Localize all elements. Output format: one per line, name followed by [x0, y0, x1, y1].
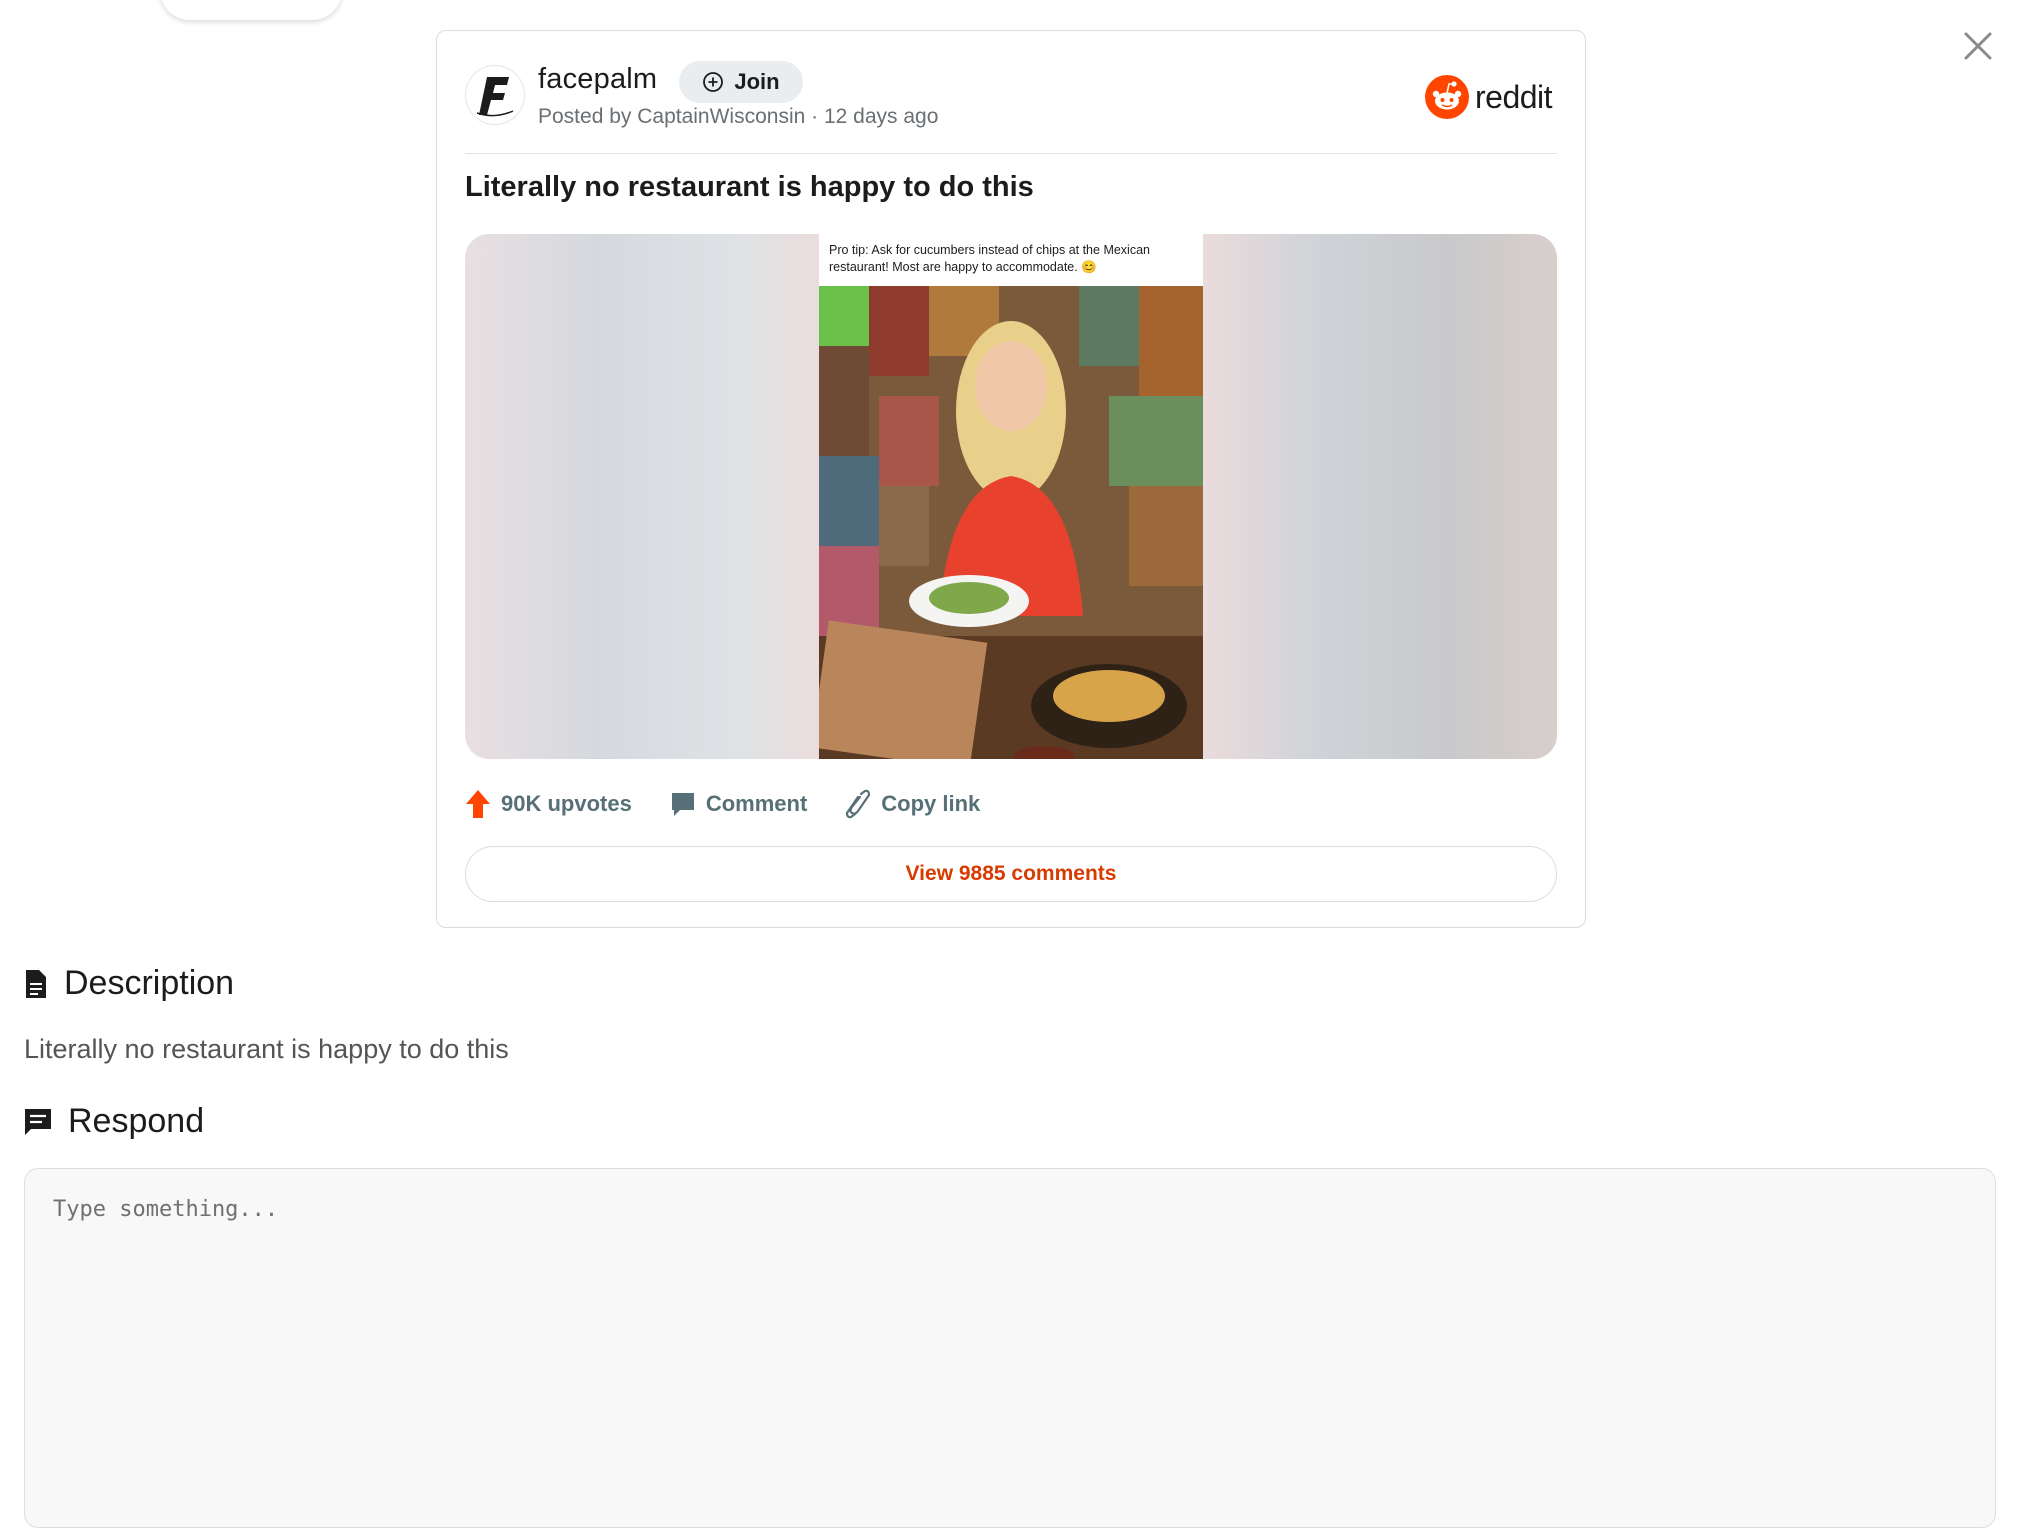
reddit-snoo-icon	[1425, 75, 1469, 119]
subreddit-avatar[interactable]	[465, 65, 525, 125]
document-icon	[26, 969, 46, 998]
top-pill-button[interactable]	[160, 0, 342, 20]
post-title[interactable]: Literally no restaurant is happy to do t…	[465, 171, 1034, 204]
description-heading: Description	[24, 964, 234, 1003]
comment-label: Comment	[705, 791, 808, 816]
respond-heading: Respond	[24, 1102, 204, 1141]
image-caption: Pro tip: Ask for cucumbers instead of ch…	[829, 243, 1150, 274]
copy-link-label: Copy link	[881, 791, 981, 816]
respond-title: Respond	[68, 1102, 205, 1140]
plus-circle-icon	[703, 72, 724, 92]
post-actions: 90K upvotes Comment Copy link	[465, 786, 1018, 822]
upvote-count: 90K upvotes	[501, 791, 632, 816]
upvote-arrow-icon	[466, 790, 490, 818]
subreddit-name[interactable]: facepalm	[538, 63, 657, 96]
reddit-logo[interactable]: reddit	[1425, 75, 1553, 119]
facepalm-logo-icon	[476, 77, 514, 117]
header-divider	[465, 153, 1557, 154]
comment-button[interactable]: Comment	[670, 791, 807, 817]
comment-bubble-icon	[671, 793, 694, 816]
description-title: Description	[64, 964, 235, 1002]
partial-header-fragment	[24, 0, 144, 8]
post-meta: Posted by CaptainWisconsin · 12 days ago	[538, 105, 939, 128]
restaurant-photo	[819, 286, 1203, 759]
join-label: Join	[734, 69, 780, 94]
chat-icon	[25, 1108, 51, 1135]
reddit-embed-card: facepalm Join Posted by CaptainWisconsin…	[436, 30, 1586, 928]
reddit-wordmark: reddit	[1475, 78, 1553, 115]
post-media[interactable]: Pro tip: Ask for cucumbers instead of ch…	[465, 234, 1557, 759]
copy-link-button[interactable]: Copy link	[845, 789, 980, 819]
respond-textarea[interactable]	[24, 1168, 1996, 1528]
join-button[interactable]: Join	[679, 61, 803, 103]
upvote-button[interactable]: 90K upvotes	[465, 789, 632, 819]
description-text: Literally no restaurant is happy to do t…	[24, 1034, 509, 1064]
link-icon	[846, 789, 871, 819]
close-button[interactable]	[1960, 28, 1996, 64]
close-icon	[1964, 32, 1992, 60]
view-comments-button[interactable]: View 9885 comments	[465, 846, 1557, 902]
post-image: Pro tip: Ask for cucumbers instead of ch…	[819, 234, 1203, 759]
